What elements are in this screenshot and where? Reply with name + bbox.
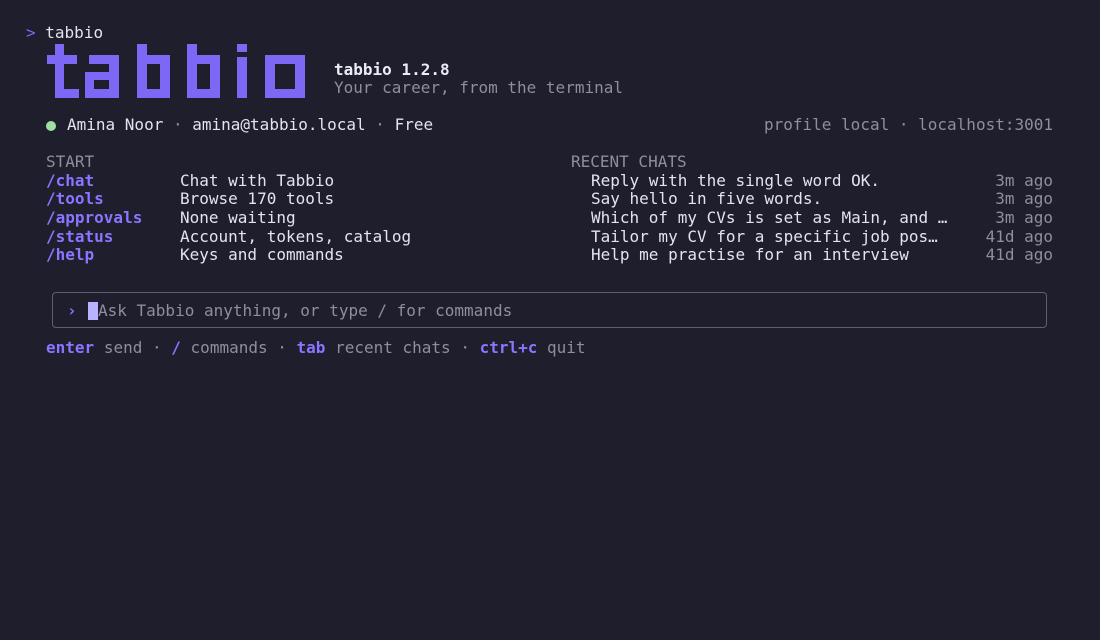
separator: ·: [460, 338, 470, 357]
separator: ·: [375, 115, 385, 134]
recent-chat-title[interactable]: Tailor my CV for a specific job pos…: [591, 227, 938, 247]
text-cursor: [88, 302, 98, 320]
account-plan: Free: [394, 115, 434, 134]
tabbio-logo: tabbio: [47, 44, 305, 98]
hint-action-send: send: [103, 338, 143, 357]
command-status[interactable]: /status: [46, 227, 113, 247]
recent-chat-title[interactable]: Which of my CVs is set as Main, and …: [591, 208, 947, 228]
profile-label: profile local: [763, 115, 890, 134]
hint-key-slash: /: [171, 338, 181, 357]
connection-info: profile local · localhost:3001: [764, 115, 1053, 135]
recent-chat-time: 3m ago: [995, 189, 1053, 208]
command-chat[interactable]: /chat: [46, 171, 94, 191]
account-email: amina@tabbio.local: [192, 115, 366, 134]
input-chevron-icon: ›: [67, 301, 77, 320]
command-tools-description: Browse 170 tools: [180, 189, 335, 208]
recent-chat-time: 41d ago: [985, 245, 1053, 264]
separator: ·: [151, 338, 162, 357]
hint-action-recent-chats: recent chats: [335, 338, 451, 357]
hint-key-ctrl-c: ctrl+c: [479, 338, 538, 357]
status-dot-icon: [46, 121, 56, 131]
hint-action-quit: quit: [547, 338, 586, 357]
command-approvals-description: None waiting: [180, 208, 296, 227]
chat-input-placeholder[interactable]: Ask Tabbio anything, or type / for comma…: [98, 301, 512, 321]
start-heading: START: [46, 152, 95, 171]
host-label: localhost:3001: [918, 115, 1053, 134]
recent-chats-heading: RECENT CHATS: [571, 152, 687, 171]
recent-chat-title[interactable]: Reply with the single word OK.: [591, 171, 880, 191]
separator: ·: [277, 338, 287, 357]
command-help-description: Keys and commands: [180, 245, 344, 264]
recent-chat-title[interactable]: Help me practise for an interview: [591, 245, 909, 265]
tagline: Your career, from the terminal: [334, 78, 623, 97]
command-approvals[interactable]: /approvals: [46, 208, 142, 228]
recent-chat-time: 41d ago: [985, 227, 1053, 246]
hint-key-tab: tab: [296, 338, 326, 357]
account-line: Amina Noor · amina@tabbio.local · Free: [67, 115, 433, 135]
command-status-description: Account, tokens, catalog: [180, 227, 412, 246]
recent-chat-title[interactable]: Say hello in five words.: [591, 189, 822, 209]
hint-key-enter: enter: [46, 338, 95, 357]
command-help[interactable]: /help: [46, 245, 94, 265]
version-line: tabbio 1.2.8: [334, 60, 450, 79]
account-name: Amina Noor: [67, 115, 164, 134]
recent-chat-time: 3m ago: [995, 171, 1053, 190]
prompt-chevron-icon: >: [26, 23, 36, 42]
separator: ·: [898, 115, 909, 134]
hint-action-commands: commands: [190, 338, 268, 357]
separator: ·: [172, 115, 183, 134]
shell-command: tabbio: [45, 23, 104, 42]
command-chat-description: Chat with Tabbio: [180, 171, 335, 190]
shell-prompt-line: > tabbio: [26, 23, 103, 43]
recent-chat-time: 3m ago: [995, 208, 1053, 227]
command-tools[interactable]: /tools: [46, 189, 104, 209]
key-hints: enter send · / commands · tab recent cha…: [46, 338, 586, 358]
